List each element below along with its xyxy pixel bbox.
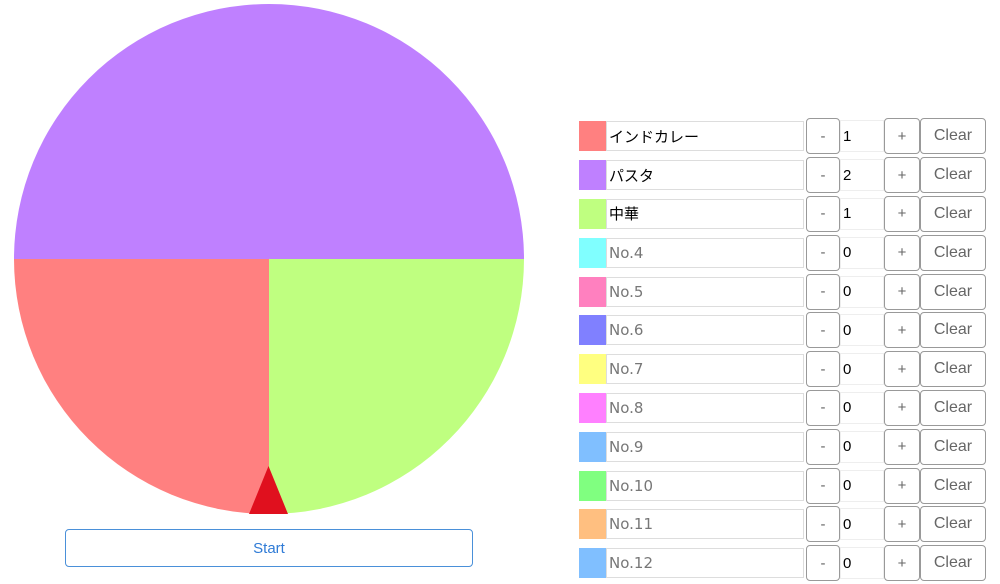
item-name-input[interactable] bbox=[606, 237, 804, 268]
decrement-button[interactable]: - bbox=[806, 273, 840, 310]
clear-button[interactable]: Clear bbox=[920, 545, 986, 582]
weight-input[interactable] bbox=[840, 275, 884, 308]
wheel-slice bbox=[269, 259, 524, 514]
item-row: - +Clear bbox=[579, 195, 986, 234]
item-row: - +Clear bbox=[579, 233, 986, 272]
item-row: - +Clear bbox=[579, 156, 986, 195]
wheel-slice bbox=[14, 4, 524, 259]
item-name-input[interactable] bbox=[606, 276, 804, 307]
increment-button[interactable]: + bbox=[884, 506, 920, 543]
color-swatch bbox=[579, 392, 606, 423]
weight-input[interactable] bbox=[840, 314, 884, 347]
decrement-button[interactable]: - bbox=[806, 312, 840, 349]
decrement-button[interactable]: - bbox=[806, 467, 840, 504]
item-name-input[interactable] bbox=[606, 315, 804, 346]
increment-button[interactable]: + bbox=[884, 195, 920, 232]
item-row: - +Clear bbox=[579, 117, 986, 156]
item-row: - +Clear bbox=[579, 466, 986, 505]
item-name-input[interactable] bbox=[606, 548, 804, 579]
weight-input[interactable] bbox=[840, 197, 884, 230]
decrement-button[interactable]: - bbox=[806, 157, 840, 194]
decrement-button[interactable]: - bbox=[806, 428, 840, 465]
increment-button[interactable]: + bbox=[884, 351, 920, 388]
item-name-input[interactable] bbox=[606, 470, 804, 501]
item-name-input[interactable] bbox=[606, 509, 804, 540]
color-swatch bbox=[579, 354, 606, 385]
clear-button[interactable]: Clear bbox=[920, 467, 986, 504]
start-button[interactable]: Start bbox=[65, 529, 473, 567]
weight-input[interactable] bbox=[840, 430, 884, 463]
increment-button[interactable]: + bbox=[884, 273, 920, 310]
decrement-button[interactable]: - bbox=[806, 118, 840, 155]
roulette-wheel bbox=[14, 4, 524, 514]
clear-button[interactable]: Clear bbox=[920, 118, 986, 155]
item-row: - +Clear bbox=[579, 544, 986, 583]
item-row: - +Clear bbox=[579, 272, 986, 311]
decrement-button[interactable]: - bbox=[806, 195, 840, 232]
color-swatch bbox=[579, 198, 606, 229]
increment-button[interactable]: + bbox=[884, 428, 920, 465]
clear-button[interactable]: Clear bbox=[920, 506, 986, 543]
color-swatch bbox=[579, 470, 606, 501]
item-row: - +Clear bbox=[579, 427, 986, 466]
weight-input[interactable] bbox=[840, 469, 884, 502]
increment-button[interactable]: + bbox=[884, 545, 920, 582]
weight-input[interactable] bbox=[840, 159, 884, 192]
clear-button[interactable]: Clear bbox=[920, 312, 986, 349]
item-row: - +Clear bbox=[579, 389, 986, 428]
decrement-button[interactable]: - bbox=[806, 234, 840, 271]
item-name-input[interactable] bbox=[606, 392, 804, 423]
increment-button[interactable]: + bbox=[884, 389, 920, 426]
weight-input[interactable] bbox=[840, 508, 884, 541]
weight-input[interactable] bbox=[840, 547, 884, 580]
decrement-button[interactable]: - bbox=[806, 351, 840, 388]
weight-input[interactable] bbox=[840, 353, 884, 386]
color-swatch bbox=[579, 431, 606, 462]
weight-input[interactable] bbox=[840, 391, 884, 424]
item-list: -+Clear -+Clear -+Clear -+Clear -+Clear … bbox=[579, 117, 986, 583]
item-name-input[interactable] bbox=[606, 431, 804, 462]
clear-button[interactable]: Clear bbox=[920, 157, 986, 194]
item-name-input[interactable] bbox=[606, 198, 804, 229]
clear-button[interactable]: Clear bbox=[920, 273, 986, 310]
wheel-slice bbox=[14, 259, 269, 514]
decrement-button[interactable]: - bbox=[806, 545, 840, 582]
color-swatch bbox=[579, 276, 606, 307]
color-swatch bbox=[579, 121, 606, 152]
item-row: - +Clear bbox=[579, 350, 986, 389]
color-swatch bbox=[579, 509, 606, 540]
increment-button[interactable]: + bbox=[884, 312, 920, 349]
increment-button[interactable]: + bbox=[884, 467, 920, 504]
item-row: - +Clear bbox=[579, 505, 986, 544]
clear-button[interactable]: Clear bbox=[920, 389, 986, 426]
decrement-button[interactable]: - bbox=[806, 506, 840, 543]
increment-button[interactable]: + bbox=[884, 234, 920, 271]
color-swatch bbox=[579, 237, 606, 268]
item-name-input[interactable] bbox=[606, 160, 804, 191]
item-name-input[interactable] bbox=[606, 121, 804, 152]
color-swatch bbox=[579, 160, 606, 191]
decrement-button[interactable]: - bbox=[806, 389, 840, 426]
item-row: - +Clear bbox=[579, 311, 986, 350]
increment-button[interactable]: + bbox=[884, 118, 920, 155]
clear-button[interactable]: Clear bbox=[920, 195, 986, 232]
clear-button[interactable]: Clear bbox=[920, 351, 986, 388]
weight-input[interactable] bbox=[840, 120, 884, 153]
weight-input[interactable] bbox=[840, 236, 884, 269]
clear-button[interactable]: Clear bbox=[920, 234, 986, 271]
color-swatch bbox=[579, 315, 606, 346]
increment-button[interactable]: + bbox=[884, 157, 920, 194]
clear-button[interactable]: Clear bbox=[920, 428, 986, 465]
color-swatch bbox=[579, 548, 606, 579]
item-name-input[interactable] bbox=[606, 354, 804, 385]
